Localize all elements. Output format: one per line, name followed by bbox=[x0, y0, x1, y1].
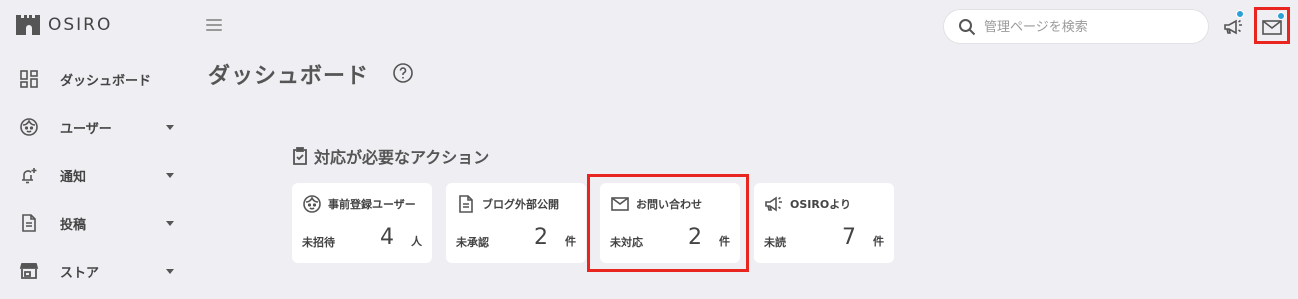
sidebar-item-label: ストア bbox=[60, 265, 100, 281]
sidebar-item-label: 通知 bbox=[60, 169, 87, 185]
megaphone-icon bbox=[765, 196, 782, 212]
document-icon bbox=[18, 212, 40, 234]
card-status: 未対応 bbox=[610, 236, 643, 249]
sidebar-item-store[interactable]: ストア bbox=[0, 251, 192, 291]
castle-logo-icon bbox=[16, 15, 40, 35]
sidebar-item-label: 投稿 bbox=[60, 217, 87, 233]
sidebar-item-users[interactable]: ユーザー bbox=[0, 107, 192, 147]
bell-add-icon bbox=[18, 164, 40, 186]
sidebar-item-label: ダッシュボード bbox=[60, 73, 152, 89]
logo[interactable]: OSIRO bbox=[16, 14, 112, 36]
store-icon bbox=[18, 260, 40, 282]
inbox-button[interactable] bbox=[1259, 12, 1285, 40]
user-face-icon bbox=[18, 116, 40, 138]
logo-text: OSIRO bbox=[48, 15, 113, 35]
section-title-text: 対応が必要なアクション bbox=[314, 148, 490, 167]
chevron-down-icon bbox=[166, 268, 174, 274]
card-title: 事前登録ユーザー bbox=[328, 198, 416, 211]
card-unit: 件 bbox=[873, 235, 884, 248]
card-header: OSIROより bbox=[764, 193, 851, 215]
help-icon[interactable] bbox=[392, 62, 414, 84]
document-icon bbox=[459, 195, 473, 213]
action-card-from-osiro[interactable]: OSIROより 未読 7 件 bbox=[754, 183, 894, 263]
card-header: お問い合わせ bbox=[610, 193, 702, 215]
card-unit: 人 bbox=[411, 235, 422, 248]
card-header: ブログ外部公開 bbox=[456, 193, 559, 215]
chevron-down-icon bbox=[166, 220, 174, 226]
section-title: 対応が必要なアクション bbox=[290, 144, 489, 168]
card-header: 事前登録ユーザー bbox=[302, 193, 416, 215]
notification-dot bbox=[1236, 10, 1244, 18]
chevron-down-icon bbox=[166, 172, 174, 178]
action-card-inquiries[interactable]: お問い合わせ 未対応 2 件 bbox=[600, 183, 740, 263]
clipboard-check-icon bbox=[293, 147, 307, 165]
card-title: お問い合わせ bbox=[636, 198, 702, 211]
announcements-button[interactable] bbox=[1220, 10, 1246, 40]
card-unit: 件 bbox=[719, 235, 730, 248]
card-status: 未読 bbox=[764, 236, 786, 249]
card-unit: 件 bbox=[565, 235, 576, 248]
action-card-preregistered-users[interactable]: 事前登録ユーザー 未招待 4 人 bbox=[292, 183, 432, 263]
card-title: OSIROより bbox=[790, 198, 851, 211]
sidebar-item-notifications[interactable]: 通知 bbox=[0, 155, 192, 195]
sidebar-item-posts[interactable]: 投稿 bbox=[0, 203, 192, 243]
card-status: 未承認 bbox=[456, 236, 489, 249]
card-title: ブログ外部公開 bbox=[482, 198, 559, 211]
mail-icon bbox=[611, 197, 629, 211]
sidebar-item-dashboard[interactable]: ダッシュボード bbox=[0, 59, 192, 99]
megaphone-icon bbox=[1224, 19, 1242, 35]
card-count: 2 bbox=[534, 225, 548, 250]
notification-dot bbox=[1277, 12, 1285, 20]
action-card-blog-publishing[interactable]: ブログ外部公開 未承認 2 件 bbox=[446, 183, 586, 263]
card-count: 2 bbox=[688, 225, 702, 250]
card-count: 4 bbox=[380, 225, 394, 250]
user-face-icon bbox=[303, 195, 321, 213]
search-box[interactable] bbox=[943, 9, 1209, 44]
menu-toggle-icon[interactable] bbox=[206, 17, 224, 33]
sidebar: OSIRO ダッシュボード ユーザー 通知 投稿 ストア bbox=[0, 0, 192, 299]
chevron-down-icon bbox=[166, 124, 174, 130]
card-count: 7 bbox=[842, 225, 856, 250]
search-input[interactable] bbox=[984, 16, 1194, 38]
search-icon bbox=[959, 19, 976, 36]
dashboard-icon bbox=[18, 68, 40, 90]
sidebar-item-label: ユーザー bbox=[60, 121, 112, 137]
card-status: 未招待 bbox=[302, 236, 335, 249]
page-title: ダッシュボード bbox=[208, 64, 370, 89]
